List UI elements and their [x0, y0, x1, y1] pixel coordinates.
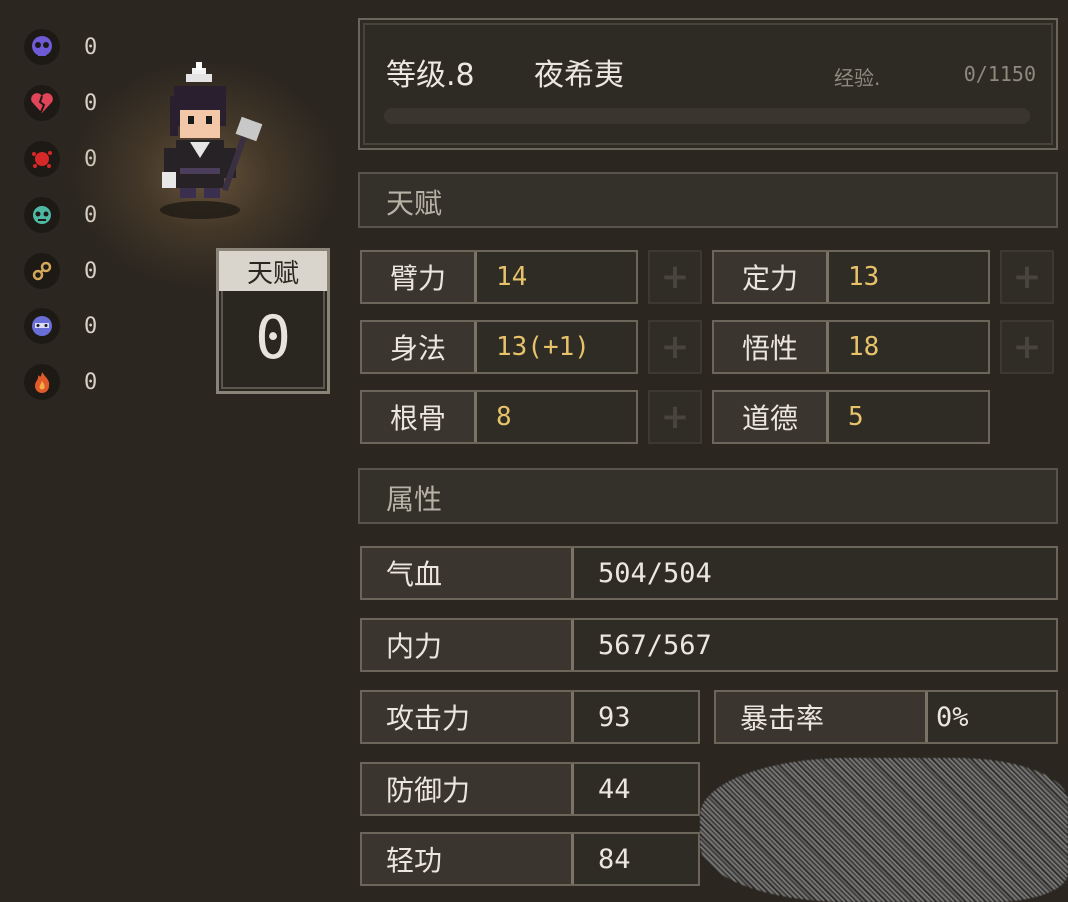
talent-stat-morality: 道德 5 — [712, 390, 990, 444]
chain-icon — [24, 253, 60, 289]
exp-label: 经验. — [834, 66, 881, 90]
talent-stat-label: 根骨 — [362, 392, 477, 442]
attribute-section-header: 属性 — [358, 468, 1058, 524]
skull-icon — [24, 29, 60, 65]
talent-points-label: 天赋 — [219, 251, 327, 291]
plus-icon: + — [1012, 257, 1042, 297]
blood-splat-icon — [24, 141, 60, 177]
exp-progress-bar — [384, 108, 1030, 124]
attribute-label: 轻功 — [362, 834, 574, 884]
talent-stat-label: 悟性 — [714, 322, 829, 372]
attribute-crit-rate: 暴击率 0% — [714, 690, 1058, 744]
talent-stat-value: 8 — [496, 402, 512, 432]
talent-stat-strength: 臂力 14 — [360, 250, 638, 304]
status-count: 0 — [84, 258, 98, 284]
attribute-value: 504/504 — [598, 557, 712, 589]
attribute-attack: 攻击力 93 — [360, 690, 700, 744]
attribute-defense: 防御力 44 — [360, 762, 700, 816]
increase-focus-button[interactable]: + — [1000, 250, 1054, 304]
talent-stat-label: 定力 — [714, 252, 829, 302]
talent-stat-value: 14 — [496, 262, 528, 292]
plus-icon: + — [660, 257, 690, 297]
attribute-value: 44 — [598, 773, 631, 805]
status-fire: 0 — [24, 362, 97, 402]
status-frozen: 0 — [24, 306, 97, 346]
attribute-label: 气血 — [362, 548, 574, 598]
attribute-value: 93 — [598, 701, 631, 733]
exp-value: 0/1150 — [963, 62, 1036, 86]
talent-section-header: 天赋 — [358, 172, 1058, 228]
talent-section-title: 天赋 — [386, 187, 443, 220]
attribute-value: 0% — [936, 701, 969, 733]
character-sprite[interactable] — [140, 62, 274, 222]
attribute-agility: 轻功 84 — [360, 832, 700, 886]
talent-stat-focus: 定力 13 — [712, 250, 990, 304]
attribute-label: 防御力 — [362, 764, 574, 814]
attribute-value: 84 — [598, 843, 631, 875]
talent-stat-constitution: 根骨 8 — [360, 390, 638, 444]
status-count: 0 — [84, 313, 98, 339]
talent-stat-value: 5 — [848, 402, 864, 432]
talent-stat-agility: 身法 13(+1) — [360, 320, 638, 374]
attribute-section-title: 属性 — [386, 483, 443, 516]
status-count: 0 — [84, 34, 98, 60]
talent-points-box: 天赋 0 — [216, 248, 330, 394]
talent-stat-label: 道德 — [714, 392, 829, 442]
status-count: 0 — [84, 369, 98, 395]
talent-stat-value: 13(+1) — [496, 332, 590, 362]
character-name: 夜希夷 — [534, 58, 624, 93]
increase-constitution-button[interactable]: + — [648, 390, 702, 444]
talent-stat-value: 18 — [848, 332, 880, 362]
character-level: 等级.8 — [386, 58, 475, 93]
frozen-face-icon — [24, 308, 60, 344]
attribute-label: 攻击力 — [362, 692, 574, 742]
attribute-mp: 内力 567/567 — [360, 618, 1058, 672]
character-header-panel: 等级.8 夜希夷 经验. 0/1150 — [358, 18, 1058, 150]
increase-insight-button[interactable]: + — [1000, 320, 1054, 374]
plus-icon: + — [1012, 327, 1042, 367]
attribute-hp: 气血 504/504 — [360, 546, 1058, 600]
status-chain: 0 — [24, 251, 97, 291]
talent-points-value: 0 — [254, 303, 292, 373]
broken-heart-icon — [24, 85, 60, 121]
status-skull: 0 — [24, 27, 97, 67]
attribute-label: 内力 — [362, 620, 574, 670]
talent-stat-insight: 悟性 18 — [712, 320, 990, 374]
poison-skull-icon — [24, 197, 60, 233]
talent-stat-value: 13 — [848, 262, 880, 292]
talent-stat-label: 臂力 — [362, 252, 477, 302]
attribute-value: 567/567 — [598, 629, 712, 661]
talent-stat-label: 身法 — [362, 322, 477, 372]
increase-agility-button[interactable]: + — [648, 320, 702, 374]
status-broken-heart: 0 — [24, 83, 97, 123]
increase-strength-button[interactable]: + — [648, 250, 702, 304]
attribute-label: 暴击率 — [716, 692, 928, 742]
plus-icon: + — [660, 397, 690, 437]
obscured-watermark — [700, 758, 1068, 902]
plus-icon: + — [660, 327, 690, 367]
fire-icon — [24, 364, 60, 400]
